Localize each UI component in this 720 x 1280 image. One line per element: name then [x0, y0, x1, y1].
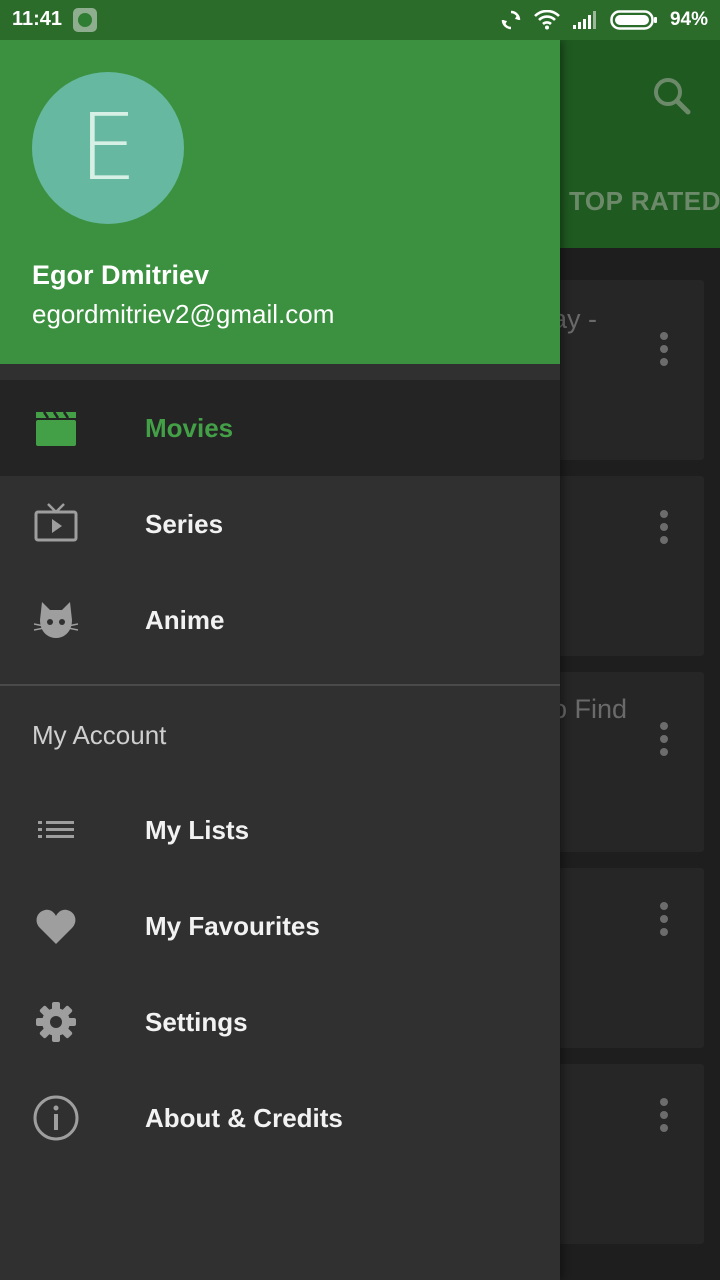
nav-item-my-favourites[interactable]: My Favourites — [0, 878, 560, 974]
status-time: 11:41 — [12, 8, 63, 30]
divider — [0, 684, 560, 686]
nav-item-series[interactable]: Series — [0, 476, 560, 572]
gear-icon — [36, 1002, 76, 1042]
nav-item-label: Movies — [145, 413, 234, 443]
nav-item-label: My Lists — [145, 815, 250, 845]
nav-item-settings[interactable]: Settings — [0, 974, 560, 1070]
nav-item-my-lists[interactable]: My Lists — [0, 782, 560, 878]
more-options-icon[interactable] — [658, 902, 670, 936]
nav-item-about-credits[interactable]: About & Credits — [0, 1070, 560, 1166]
nav-item-anime[interactable]: Anime — [0, 572, 560, 668]
more-options-icon[interactable] — [658, 510, 670, 544]
info-icon — [33, 1095, 79, 1141]
notification-app-icon — [73, 8, 97, 32]
nav-item-label: Anime — [145, 605, 225, 635]
cat-icon — [34, 602, 78, 638]
status-icons: 94% — [500, 6, 708, 34]
tv-icon — [34, 503, 78, 542]
heart-icon — [36, 909, 76, 944]
card-title: o Find — [552, 694, 628, 724]
user-name: Egor Dmitriev — [32, 260, 210, 290]
nav-item-label: Settings — [145, 1007, 248, 1037]
navigation-drawer: E Egor Dmitriev egordmitriev2@gmail.com … — [0, 40, 560, 1280]
list-icon — [38, 821, 74, 838]
drawer-header: E Egor Dmitriev egordmitriev2@gmail.com — [0, 40, 560, 364]
avatar[interactable]: E — [32, 72, 184, 224]
more-options-icon[interactable] — [658, 1098, 670, 1132]
more-options-icon[interactable] — [658, 332, 670, 366]
more-options-icon[interactable] — [658, 722, 670, 756]
nav-item-label: Series — [145, 509, 224, 539]
status-bar: 11:41 94% — [0, 0, 720, 40]
nav-item-movies[interactable]: Movies — [0, 380, 560, 476]
battery-percentage: 94% — [669, 9, 708, 30]
tab-top-rated[interactable]: TOP RATED — [569, 186, 720, 217]
wifi-icon — [534, 10, 560, 30]
battery-icon — [610, 10, 657, 30]
search-icon[interactable] — [652, 76, 692, 116]
clapperboard-icon — [36, 411, 76, 446]
nav-item-label: About & Credits — [145, 1103, 343, 1133]
section-header-my-account: My Account — [32, 720, 167, 750]
signal-icon — [572, 11, 596, 29]
sync-icon — [501, 10, 521, 30]
nav-item-label: My Favourites — [145, 911, 320, 941]
user-email: egordmitriev2@gmail.com — [32, 299, 335, 329]
